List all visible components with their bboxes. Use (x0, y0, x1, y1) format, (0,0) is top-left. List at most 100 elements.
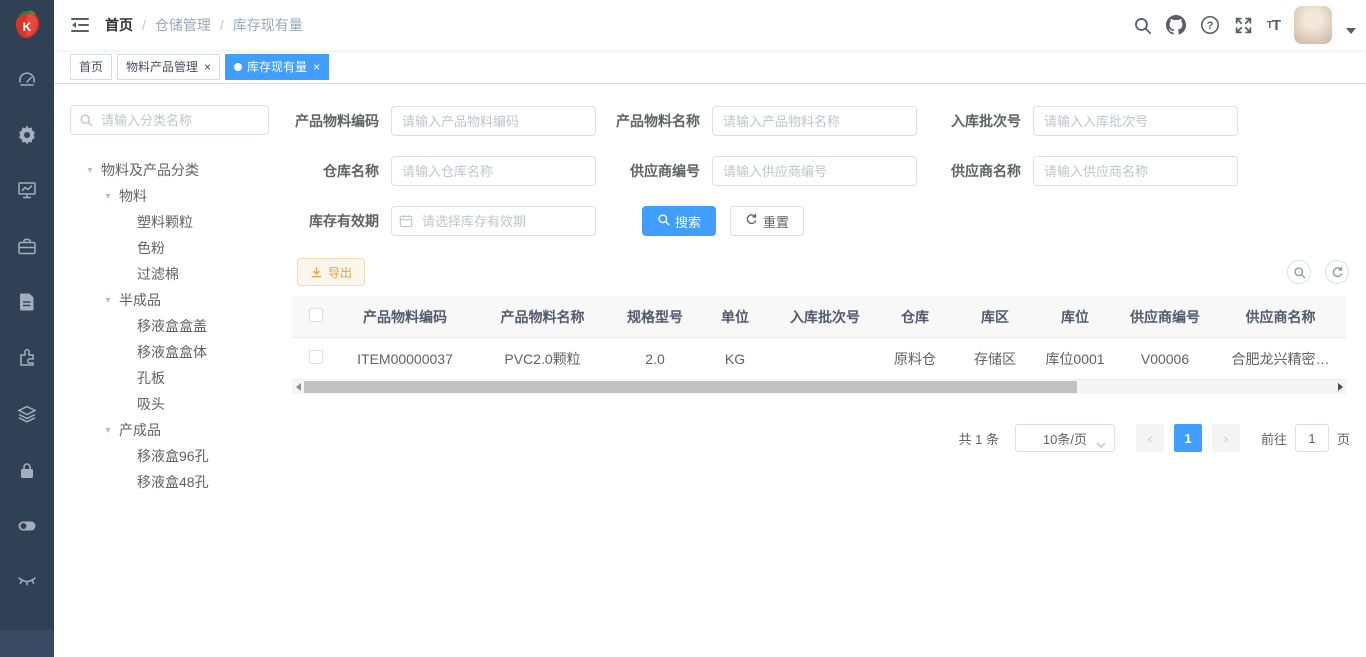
sidebar-item-plugin[interactable] (0, 330, 54, 386)
text-input[interactable] (712, 106, 917, 136)
table-cell: KG (695, 351, 775, 367)
table-cell: ITEM00000037 (340, 351, 470, 367)
sidebar-footer-toggle[interactable] (0, 630, 54, 657)
sidebar-item-lock[interactable] (0, 442, 54, 498)
pagination: 共 1 条 10条/页 ‹ 1 › 前往 页 (285, 424, 1350, 452)
avatar[interactable] (1294, 6, 1332, 44)
breadcrumb-item[interactable]: 库存现有量 (233, 15, 303, 35)
refresh-icon (745, 213, 758, 229)
field-input-wrap (391, 206, 596, 236)
tree-node[interactable]: 塑料颗粒 (70, 209, 269, 235)
show-search-icon[interactable] (1287, 260, 1311, 284)
field-label: 供应商编号 (616, 161, 700, 181)
tree-node[interactable]: 吸头 (70, 391, 269, 417)
sidebar-item-monitor[interactable] (0, 162, 54, 218)
app-logo[interactable]: K (0, 0, 54, 50)
tree-node[interactable]: 孔板 (70, 365, 269, 391)
text-input[interactable] (391, 156, 596, 186)
filter-field: 供应商编号 (616, 156, 917, 186)
header-cell: 库位 (1035, 307, 1115, 327)
scroll-left-button[interactable] (292, 380, 304, 394)
tree-expand-icon[interactable]: ▾ (101, 295, 115, 306)
tree-node-label: 色粉 (137, 238, 165, 258)
select-all-checkbox[interactable] (309, 308, 323, 322)
fullscreen-icon[interactable] (1234, 16, 1253, 35)
font-size-icon[interactable]: TT (1267, 17, 1280, 34)
prev-page-button[interactable]: ‹ (1136, 424, 1164, 452)
monitor-icon (17, 181, 37, 200)
search-button[interactable]: 搜索 (642, 206, 716, 236)
filter-row: 库存有效期 搜索重置 (295, 206, 1366, 236)
tree-node[interactable]: ▾物料及产品分类 (70, 157, 269, 183)
lock-icon (18, 461, 36, 480)
chevron-down-icon (1096, 436, 1106, 451)
next-page-button[interactable]: › (1212, 424, 1240, 452)
text-input[interactable] (1033, 156, 1238, 186)
text-input[interactable] (712, 156, 917, 186)
search-icon[interactable] (1133, 16, 1152, 35)
sidebar-item-eye[interactable] (0, 554, 54, 610)
sidebar-collapse-icon[interactable] (54, 16, 105, 34)
category-tree: ▾物料及产品分类▾物料塑料颗粒色粉过滤棉 ▾半成品移液盒盒盖移液盒盒体孔板吸头▾产… (70, 157, 269, 495)
sidebar-item-document[interactable] (0, 274, 54, 330)
sidebar-item-briefcase[interactable] (0, 218, 54, 274)
sidebar-item-layers[interactable] (0, 386, 54, 442)
export-button[interactable]: 导出 (297, 258, 365, 286)
help-icon[interactable]: ? (1200, 15, 1220, 35)
table-row[interactable]: ITEM00000037PVC2.0颗粒2.0KG原料仓存储区库位0001V00… (292, 338, 1346, 380)
field-input-wrap (391, 106, 596, 136)
scroll-right-button[interactable] (1334, 380, 1346, 394)
category-search-input[interactable] (70, 105, 269, 135)
tree-node[interactable]: 过滤棉 (70, 261, 269, 287)
close-icon[interactable]: × (204, 61, 211, 73)
sidebar-item-toggle[interactable] (0, 498, 54, 554)
sidebar-item-settings[interactable] (0, 106, 54, 162)
plugin-icon (17, 348, 37, 368)
github-icon[interactable] (1166, 15, 1186, 35)
close-icon[interactable]: × (313, 61, 320, 73)
header-cell: 库区 (955, 307, 1035, 327)
eye-icon (17, 576, 37, 588)
tree-expand-icon[interactable]: ▾ (83, 165, 97, 176)
tree-node[interactable]: ▾半成品 (70, 287, 269, 313)
refresh-icon[interactable] (1325, 260, 1349, 284)
sidebar-item-dashboard[interactable] (0, 50, 54, 106)
table-cell: 合肥龙兴精密… (1215, 349, 1346, 369)
reset-button[interactable]: 重置 (730, 206, 804, 236)
tree-expand-icon[interactable]: ▾ (101, 425, 115, 436)
tree-node[interactable]: ▾物料 (70, 183, 269, 209)
scrollbar-thumb[interactable] (304, 381, 1077, 393)
date-input[interactable] (391, 206, 596, 236)
goto-page: 前往 页 (1261, 424, 1350, 452)
scrollbar-track[interactable] (304, 380, 1334, 394)
tree-expand-icon[interactable]: ▾ (101, 191, 115, 202)
sidebar: K (0, 0, 54, 657)
header-cell: 供应商编号 (1115, 307, 1215, 327)
tree-node[interactable]: 移液盒盒盖 (70, 313, 269, 339)
filter-field: 库存有效期 (295, 206, 596, 236)
tab-物料产品管理[interactable]: 物料产品管理× (117, 54, 220, 80)
filter-field: 产品物料名称 (616, 106, 917, 136)
field-label: 产品物料编码 (295, 111, 379, 131)
tab-库存现有量[interactable]: 库存现有量× (225, 54, 329, 80)
breadcrumb-item[interactable]: 首页 (105, 15, 133, 35)
tree-node-label: 过滤棉 (137, 264, 179, 284)
tree-node[interactable]: 移液盒48孔 (70, 469, 269, 495)
tree-node[interactable]: 色粉 (70, 235, 269, 261)
tree-node[interactable]: ▾产成品 (70, 417, 269, 443)
user-menu-caret-icon[interactable] (1346, 28, 1356, 34)
tree-node[interactable]: 移液盒盒体 (70, 339, 269, 365)
breadcrumb-item[interactable]: 仓储管理 (155, 15, 211, 35)
page-size-select[interactable]: 10条/页 (1015, 424, 1115, 452)
goto-page-input[interactable] (1295, 424, 1329, 452)
row-checkbox[interactable] (309, 350, 323, 364)
download-icon (310, 266, 323, 279)
tab-首页[interactable]: 首页 (70, 54, 112, 80)
page-number-button[interactable]: 1 (1174, 424, 1202, 452)
pagination-total: 共 1 条 (959, 429, 999, 448)
settings-icon (17, 124, 37, 144)
tree-node[interactable]: 移液盒96孔 (70, 443, 269, 469)
text-input[interactable] (391, 106, 596, 136)
text-input[interactable] (1033, 106, 1238, 136)
breadcrumb: 首页/仓储管理/库存现有量 (105, 15, 303, 35)
